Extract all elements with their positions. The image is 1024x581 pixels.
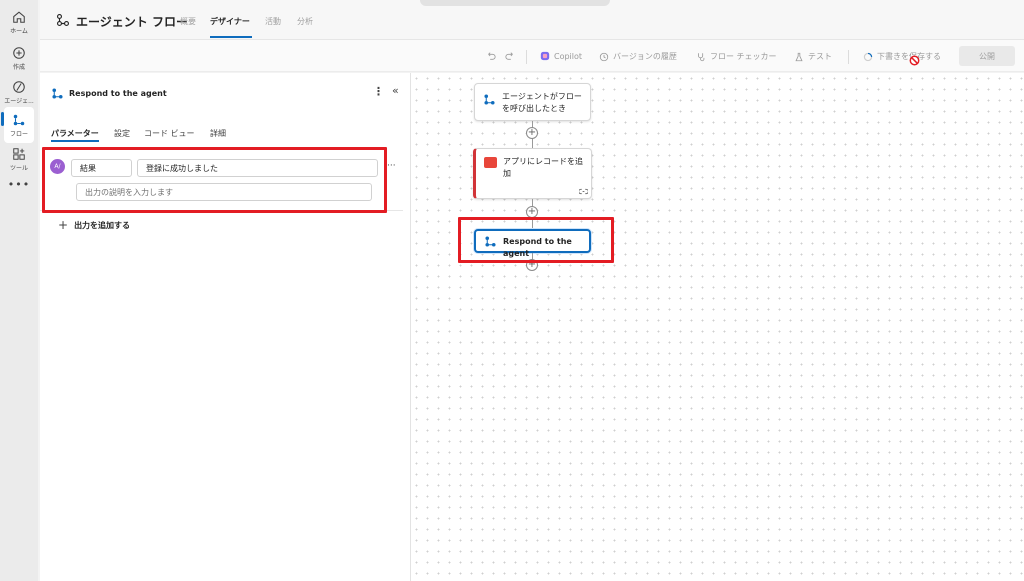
tab-analytics[interactable]: 分析: [297, 16, 313, 27]
undo-button[interactable]: [486, 51, 496, 61]
node-label: アプリにレコードを追加: [503, 157, 583, 178]
output-value-field[interactable]: 登録に成功しました: [137, 159, 378, 177]
text-type-avatar: A/: [50, 159, 65, 174]
insert-step-button[interactable]: +: [526, 259, 538, 271]
rail-label: フロー: [9, 130, 28, 138]
rail-more-button[interactable]: •••: [0, 178, 38, 191]
flow-icon: [13, 114, 25, 125]
output-name-field[interactable]: 結果: [71, 159, 132, 177]
add-record-node[interactable]: アプリにレコードを追加: [473, 148, 592, 199]
version-history-button[interactable]: バージョンの履歴: [599, 51, 677, 62]
not-allowed-cursor-icon: [909, 55, 920, 66]
rail-label: エージェ...: [4, 97, 34, 105]
flow-respond-icon: [52, 88, 63, 99]
stethoscope-icon: [698, 52, 705, 61]
home-icon: [13, 11, 25, 23]
tab-activity[interactable]: 活動: [265, 16, 281, 27]
history-icon: [599, 52, 609, 61]
copilot-label: Copilot: [554, 51, 583, 61]
rail-item-flows[interactable]: フロー: [4, 107, 34, 143]
rail-item-home[interactable]: ホーム: [0, 4, 38, 40]
tab-parameters[interactable]: パラメーター: [51, 128, 99, 139]
link-icon: [579, 188, 588, 195]
flow-checker-button[interactable]: フロー チェッカー: [696, 51, 777, 62]
save-draft-button[interactable]: 下書きを保存する: [863, 51, 941, 62]
flow-trigger-icon: [484, 94, 495, 105]
respond-to-agent-node[interactable]: Respond to the agent: [474, 229, 591, 258]
toolbar-separator: [526, 50, 527, 64]
tools-icon: [13, 147, 25, 160]
rail-item-agents[interactable]: エージェ...: [0, 74, 38, 110]
divider: [40, 210, 403, 211]
copilot-icon: [540, 51, 550, 61]
designer-toolbar: Copilot バージョンの履歴 フロー チェッカー テスト 下書きを保存する …: [40, 40, 1024, 72]
rail-label: 作成: [12, 63, 25, 71]
collapse-panel-icon[interactable]: «: [392, 84, 399, 97]
publish-button[interactable]: 公開: [959, 46, 1015, 66]
rail-label: ホーム: [10, 27, 28, 35]
add-output-label: 出力を追加する: [74, 220, 131, 230]
beaker-icon: [795, 52, 803, 61]
redo-button[interactable]: [505, 51, 515, 61]
tab-designer[interactable]: デザイナー: [210, 16, 250, 27]
trigger-node[interactable]: エージェントがフロー を呼び出したとき: [474, 83, 591, 121]
active-tab-underline: [210, 36, 252, 38]
agent-flow-icon: [57, 14, 69, 26]
param-more-icon[interactable]: ···: [387, 161, 396, 171]
action-properties-panel: Respond to the agent ⋮ « パラメーター 設定 コード ビ…: [40, 73, 411, 581]
top-shadow: [420, 0, 610, 6]
copilot-button[interactable]: Copilot: [540, 51, 582, 61]
output-description-field[interactable]: 出力の説明を入力します: [76, 183, 372, 201]
dataverse-icon: [484, 157, 497, 168]
tab-details[interactable]: 詳細: [210, 128, 226, 139]
plus-icon: +: [58, 218, 69, 232]
tab-code-view[interactable]: コード ビュー: [144, 128, 195, 139]
tab-overview[interactable]: 概要: [180, 16, 196, 27]
spinner-icon: [863, 52, 873, 61]
redo-icon: [505, 52, 513, 60]
rail-label: ツール: [9, 164, 28, 172]
insert-step-button[interactable]: +: [526, 206, 538, 218]
plus-circle-icon: [13, 46, 25, 59]
toolbar-separator: [848, 50, 849, 64]
insert-step-button[interactable]: +: [526, 127, 538, 139]
add-output-button[interactable]: + 出力を追加する: [58, 218, 130, 232]
test-label: テスト: [808, 52, 832, 61]
flow-canvas[interactable]: エージェントがフロー を呼び出したとき + アプリにレコードを追加 + Respo…: [411, 73, 1024, 581]
rail-item-create[interactable]: 作成: [0, 40, 38, 76]
flow-checker-label: フロー チェッカー: [710, 52, 777, 61]
test-button[interactable]: テスト: [794, 51, 832, 62]
rail-item-tools[interactable]: ツール: [0, 141, 38, 177]
node-label: Respond to the agent: [503, 237, 572, 258]
tab-settings[interactable]: 設定: [114, 128, 130, 139]
page-header: エージェント フロー 概要 デザイナー 活動 分析: [40, 0, 1024, 40]
more-options-icon[interactable]: ⋮: [373, 85, 384, 98]
active-tab-underline: [51, 140, 99, 142]
panel-title: Respond to the agent: [69, 89, 167, 98]
version-history-label: バージョンの履歴: [613, 52, 677, 61]
node-label: エージェントがフロー を呼び出したとき: [502, 92, 582, 113]
agent-icon: [13, 80, 25, 93]
page-title: エージェント フロー: [76, 15, 188, 29]
flow-respond-icon: [485, 236, 496, 247]
undo-icon: [488, 52, 496, 60]
left-nav-rail: ホーム 作成 エージェ... フロー ツール •••: [0, 0, 38, 581]
